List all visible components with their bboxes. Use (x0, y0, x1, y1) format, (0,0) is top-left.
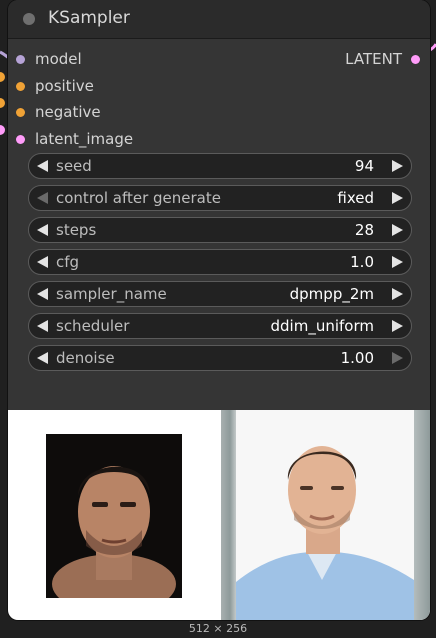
widget-value[interactable]: 1.0 (350, 253, 374, 271)
widget-label: scheduler (56, 317, 130, 335)
increment-arrow-icon[interactable] (392, 224, 403, 236)
slot-label: positive (35, 77, 94, 95)
preview-divider (221, 410, 236, 620)
graph-canvas[interactable]: KSampler model LATENT positive negative … (0, 0, 436, 638)
decrement-arrow-icon[interactable] (37, 224, 48, 236)
increment-arrow-icon[interactable] (392, 192, 403, 204)
widget-denoise[interactable]: denoise 1.00 (28, 345, 412, 371)
widget-value[interactable]: 94 (355, 157, 374, 175)
output-slot-latent[interactable]: LATENT (345, 49, 420, 69)
input-slot-negative[interactable]: negative (16, 102, 101, 122)
widget-label: control after generate (56, 189, 221, 207)
preview-image-right[interactable] (236, 410, 414, 620)
slot-label: model (35, 50, 82, 68)
increment-arrow-icon[interactable] (392, 320, 403, 332)
widget-label: steps (56, 221, 97, 239)
node-title: KSampler (48, 8, 130, 28)
slot-dot-icon[interactable] (16, 107, 25, 117)
decrement-arrow-icon[interactable] (37, 288, 48, 300)
widget-label: seed (56, 157, 92, 175)
increment-arrow-icon[interactable] (392, 256, 403, 268)
slot-dot-icon[interactable] (16, 81, 25, 91)
face-portrait-graphic (46, 434, 182, 598)
widget-value[interactable]: fixed (337, 189, 374, 207)
slot-dot-icon[interactable] (411, 54, 420, 64)
widget-seed[interactable]: seed 94 (28, 153, 412, 179)
widget-control-after-generate[interactable]: control after generate fixed (28, 185, 412, 211)
preview-edge-strip (414, 410, 430, 620)
increment-arrow-icon[interactable] (392, 352, 403, 364)
input-slot-model[interactable]: model (16, 49, 82, 69)
decrement-arrow-icon[interactable] (37, 352, 48, 364)
collapse-dot-icon[interactable] (23, 13, 35, 25)
widget-cfg[interactable]: cfg 1.0 (28, 249, 412, 275)
input-slot-positive[interactable]: positive (16, 76, 94, 96)
widget-label: denoise (56, 349, 115, 367)
latent-out-wire (429, 43, 436, 52)
decrement-arrow-icon[interactable] (37, 320, 48, 332)
slot-label: latent_image (35, 130, 134, 148)
slot-label: LATENT (345, 50, 402, 68)
input-slot-latent-image[interactable]: latent_image (16, 129, 133, 149)
widget-value[interactable]: ddim_uniform (271, 317, 374, 335)
widget-scheduler[interactable]: scheduler ddim_uniform (28, 313, 412, 339)
increment-arrow-icon[interactable] (392, 288, 403, 300)
image-preview[interactable] (8, 410, 430, 620)
ksampler-node[interactable]: KSampler model LATENT positive negative … (8, 0, 430, 620)
slot-dot-icon[interactable] (16, 134, 25, 144)
slot-label: negative (35, 103, 101, 121)
increment-arrow-icon[interactable] (392, 160, 403, 172)
decrement-arrow-icon[interactable] (37, 192, 48, 204)
decrement-arrow-icon[interactable] (37, 256, 48, 268)
node-title-bar[interactable]: KSampler (8, 0, 430, 39)
widget-label: sampler_name (56, 285, 167, 303)
widget-value[interactable]: 28 (355, 221, 374, 239)
preview-size-label: 512 × 256 (188, 622, 248, 635)
widget-label: cfg (56, 253, 80, 271)
slot-dot-icon[interactable] (16, 54, 25, 64)
widget-steps[interactable]: steps 28 (28, 217, 412, 243)
widget-value[interactable]: dpmpp_2m (290, 285, 374, 303)
widget-value[interactable]: 1.00 (341, 349, 374, 367)
preview-image-left[interactable] (46, 434, 182, 598)
widget-sampler-name[interactable]: sampler_name dpmpp_2m (28, 281, 412, 307)
decrement-arrow-icon[interactable] (37, 160, 48, 172)
man-blue-shirt-graphic (236, 410, 414, 620)
